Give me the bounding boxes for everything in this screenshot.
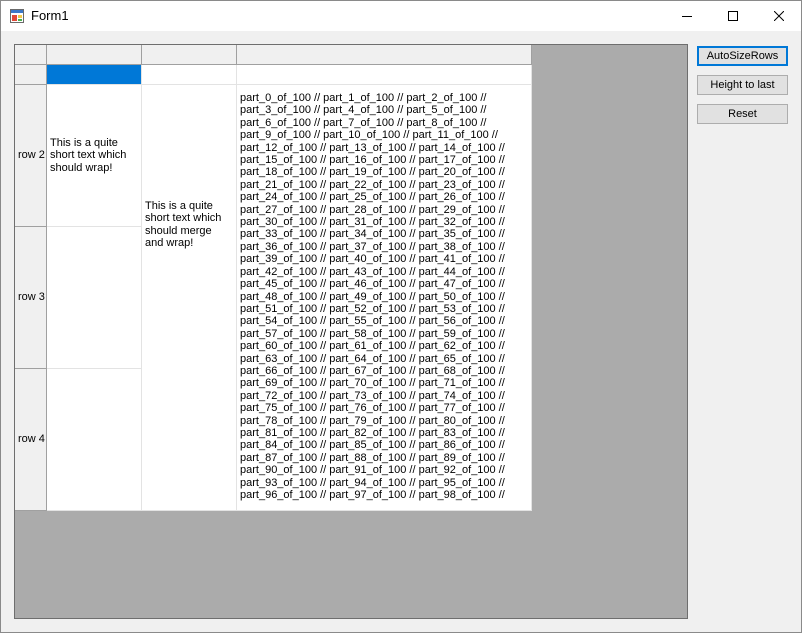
close-button[interactable]	[756, 1, 802, 31]
window-title: Form1	[31, 8, 69, 23]
minimize-icon	[682, 16, 692, 17]
reset-button[interactable]: Reset	[697, 104, 788, 124]
maximize-icon	[728, 11, 738, 21]
grid-table: row 2 row 3 row 4 This is a quite short …	[15, 45, 532, 511]
long-text-content: part_0_of_100 // part_1_of_100 // part_2…	[240, 92, 505, 501]
grid-cell-long-text[interactable]: part_0_of_100 // part_1_of_100 // part_2…	[237, 85, 532, 511]
close-icon	[774, 11, 784, 21]
grid-cell[interactable]	[47, 369, 142, 511]
grid-cell[interactable]	[142, 65, 237, 85]
column-header-3[interactable]	[237, 45, 532, 65]
grid-cell-wrap-text[interactable]: This is a quite short text which should …	[47, 85, 142, 227]
row-header-1[interactable]	[15, 65, 47, 85]
maximize-button[interactable]	[710, 1, 756, 31]
grid-cell[interactable]	[47, 227, 142, 369]
minimize-button[interactable]	[664, 1, 710, 31]
merged-cell-text: This is a quite short text which should …	[145, 200, 222, 250]
app-form-icon	[10, 9, 24, 23]
grid-cell[interactable]	[237, 65, 532, 85]
title-bar[interactable]: Form1	[1, 1, 801, 31]
cell-text: This is a quite short text which should …	[50, 136, 127, 174]
height-to-last-button[interactable]: Height to last	[697, 75, 788, 95]
selected-cell[interactable]	[47, 65, 142, 85]
data-grid-view[interactable]: row 2 row 3 row 4 This is a quite short …	[14, 44, 688, 619]
row-header-4[interactable]: row 4	[15, 369, 47, 511]
row-header-3[interactable]: row 3	[15, 227, 47, 369]
column-header-1[interactable]	[47, 45, 142, 65]
top-left-header-cell[interactable]	[15, 45, 47, 65]
row-header-2[interactable]: row 2	[15, 85, 47, 227]
main-window: Form1 row 2 row 3 row 4 This is a quite …	[0, 0, 802, 633]
grid-cell-merged[interactable]: This is a quite short text which should …	[142, 85, 237, 511]
column-header-2[interactable]	[142, 45, 237, 65]
autosize-rows-button[interactable]: AutoSizeRows	[697, 46, 788, 66]
